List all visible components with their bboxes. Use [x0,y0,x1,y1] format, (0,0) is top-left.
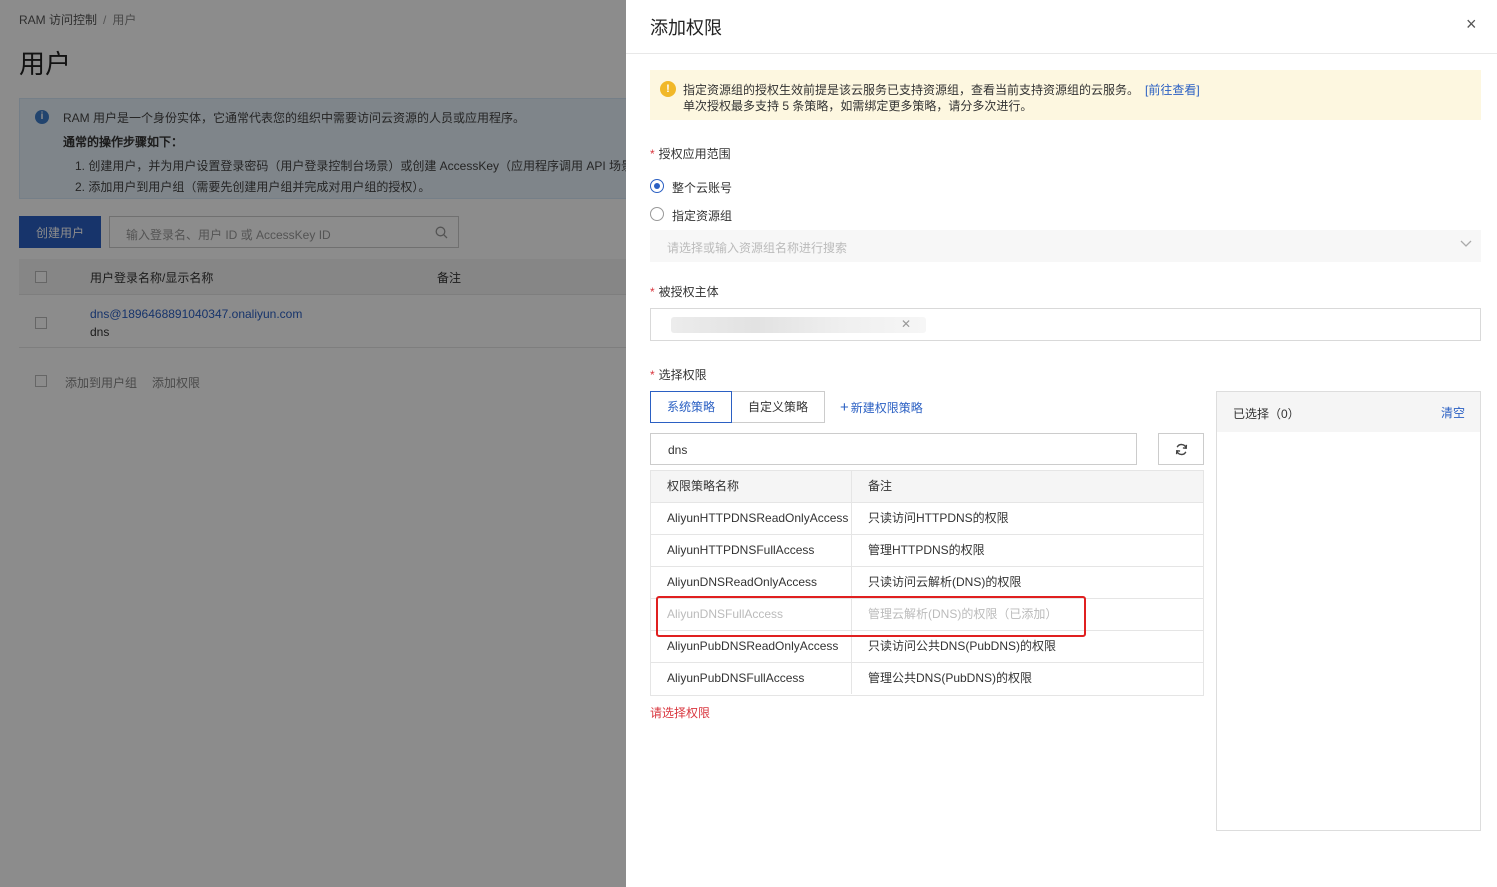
policy-table: 权限策略名称 备注 AliyunHTTPDNSReadOnlyAccess 只读… [650,470,1204,696]
remove-principal-icon[interactable]: ✕ [901,317,911,331]
policy-note: 管理HTTPDNS的权限 [868,543,985,557]
tab-system-policy[interactable]: 系统策略 [650,391,732,423]
policy-name: AliyunHTTPDNSFullAccess [651,535,852,566]
policy-filter-value: dns [668,443,688,457]
highlight-annotation [656,596,1086,637]
policy-name: AliyunHTTPDNSReadOnlyAccess [651,503,852,534]
policy-name: AliyunPubDNSFullAccess [651,663,852,694]
radio-whole-account[interactable] [650,179,664,193]
radio-resource-group-label[interactable]: 指定资源组 [672,207,732,224]
header-policy-name: 权限策略名称 [651,471,852,502]
refresh-button[interactable] [1158,433,1204,465]
overlay-mask[interactable] [0,0,626,887]
radio-resource-group[interactable] [650,207,664,221]
notice-text-1: 指定资源组的授权生效前提是该云服务已支持资源组，查看当前支持资源组的云服务。 [683,83,1140,97]
header-divider [626,53,1497,54]
resource-group-placeholder: 请选择或输入资源组名称进行搜索 [667,241,848,255]
policy-note: 只读访问云解析(DNS)的权限 [868,575,1022,589]
scope-label-text: 授权应用范围 [658,147,731,161]
table-row[interactable]: AliyunPubDNSFullAccess 管理公共DNS(PubDNS)的权… [651,663,1203,695]
policy-note: 管理公共DNS(PubDNS)的权限 [868,671,1033,685]
refresh-icon [1175,443,1188,456]
table-row[interactable]: AliyunHTTPDNSReadOnlyAccess 只读访问HTTPDNS的… [651,503,1203,535]
drawer-title: 添加权限 [650,18,722,38]
table-row[interactable]: AliyunDNSReadOnlyAccess 只读访问云解析(DNS)的权限 [651,567,1203,599]
notice-line-1: 指定资源组的授权生效前提是该云服务已支持资源组，查看当前支持资源组的云服务。 [前… [683,81,1200,98]
new-policy-label: 新建权限策略 [850,401,923,415]
selected-panel: 已选择（0） 清空 [1216,391,1481,831]
principal-label-text: 被授权主体 [658,285,719,299]
new-policy-link[interactable]: + 新建权限策略 [840,399,923,416]
permission-error: 请选择权限 [650,706,711,720]
resource-group-select: 请选择或输入资源组名称进行搜索 [650,230,1481,262]
policy-table-header: 权限策略名称 备注 [651,471,1203,503]
principal-label: * 被授权主体 [650,285,719,299]
warning-icon: ! [660,81,676,97]
principal-input[interactable]: ✕ [650,308,1481,341]
scope-label: * 授权应用范围 [650,147,731,161]
policy-note: 只读访问HTTPDNS的权限 [868,511,1009,525]
selected-count: 已选择（0） [1233,407,1300,421]
chevron-down-icon [1460,240,1472,247]
radio-whole-account-label[interactable]: 整个云账号 [672,179,732,196]
policy-name: AliyunDNSReadOnlyAccess [651,567,852,598]
principal-tag-redacted [671,317,926,333]
close-icon[interactable]: × [1466,14,1477,35]
policy-filter-input[interactable]: dns [650,433,1137,465]
clear-button[interactable]: 清空 [1441,404,1465,421]
add-permission-drawer: 添加权限 × ! 指定资源组的授权生效前提是该云服务已支持资源组，查看当前支持资… [626,0,1497,887]
notice-banner: ! 指定资源组的授权生效前提是该云服务已支持资源组，查看当前支持资源组的云服务。… [650,70,1481,120]
permissions-label-text: 选择权限 [658,368,707,382]
permissions-label: * 选择权限 [650,368,707,382]
notice-line-2: 单次授权最多支持 5 条策略，如需绑定更多策略，请分多次进行。 [683,99,1033,113]
selected-panel-header: 已选择（0） 清空 [1217,392,1480,432]
header-policy-note: 备注 [868,479,893,493]
tab-custom-policy[interactable]: 自定义策略 [731,391,825,423]
plus-icon: + [840,399,849,416]
view-link[interactable]: [前往查看] [1145,83,1200,97]
table-row[interactable]: AliyunHTTPDNSFullAccess 管理HTTPDNS的权限 [651,535,1203,567]
